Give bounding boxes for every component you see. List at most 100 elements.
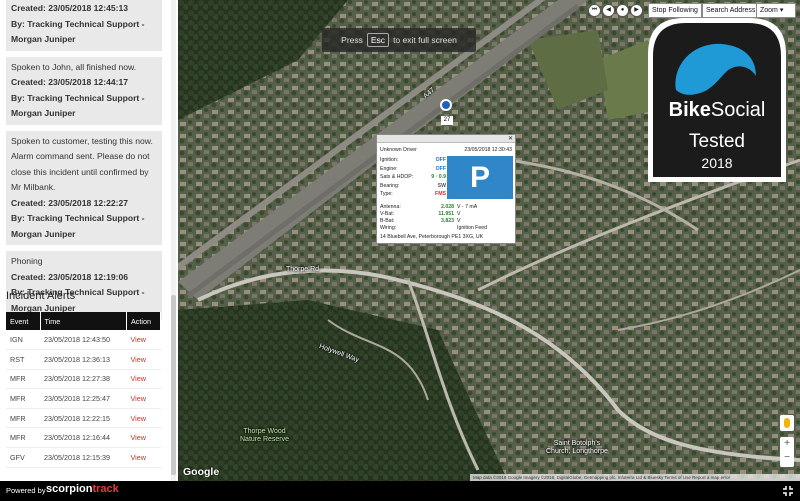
app: Created: 23/05/2018 12:45:13 By: Trackin… [0,0,800,501]
power-row: B-Bat: 3.823 V [380,218,514,225]
power-unit: Ignition Feed [457,225,487,231]
alert-event: IGN [6,330,40,351]
status-rows: Ignition: OFF Engine: OFF Sats & HDOP: 9 · 0.… [380,157,446,200]
footer-bar: Powered by scorpiontrack [0,481,800,501]
alert-time: 23/05/2018 12:16:44 [40,427,127,449]
note-text: Phoning [11,256,43,266]
alert-event: MFR [6,369,40,390]
esc-suffix: to exit full screen [393,35,457,45]
alert-time: 23/05/2018 12:43:50 [40,330,127,351]
note-item: Spoken to John, all finished now. Create… [6,56,162,125]
note-item: Spoken to customer, testing this now. Al… [6,130,162,245]
power-row: Antenna: 2.028 V - 7 mA [380,204,514,211]
powered-by-label: Powered by [6,486,46,495]
scorpiontrack-logo: scorpiontrack [46,483,119,495]
alert-row: MFR 23/05/2018 12:27:38 View [6,369,161,390]
badge-tested: Tested [689,131,745,152]
vehicle-info-popup: ✕ Unknown Driver 23/05/2018 12:30:43 Ign… [376,134,516,244]
road-label-thorpe-rd: Thorpe Rd [286,266,320,273]
power-label: Antenna: [380,204,401,210]
alert-time: 23/05/2018 12:27:38 [40,369,127,390]
popup-titlebar: ✕ [377,135,515,143]
incident-notes: Created: 23/05/2018 12:45:13 By: Trackin… [0,0,170,325]
status-label: Ignition: [380,157,399,163]
view-alert-link[interactable]: View [126,330,161,351]
alert-time: 23/05/2018 12:25:47 [40,388,127,409]
place-label-st-botolph: Saint Botolph's Church, Longthorpe [546,440,608,455]
vehicle-address: 14 Bluebell Ave, Peterborough PE1 3XG, U… [380,234,484,240]
status-value: OFF [435,165,446,172]
parking-icon: P [447,156,513,199]
view-alert-link[interactable]: View [126,349,161,370]
view-alert-link[interactable]: View [126,369,161,390]
skip-back-icon[interactable]: ⏮ [588,4,601,17]
playback-controls: ⏮ ◀ ● ▶ [588,4,643,17]
status-row: Ignition: OFF [380,157,446,166]
close-icon[interactable]: ✕ [508,135,513,142]
alert-row: MFR 23/05/2018 12:22:15 View [6,408,161,429]
alert-event: MFR [6,427,40,449]
exit-fullscreen-icon[interactable] [782,485,794,497]
note-created: Created: 23/05/2018 12:19:06 [11,271,129,282]
zoom-in-icon[interactable]: + [780,437,794,451]
alert-time: 23/05/2018 12:15:39 [40,447,127,468]
power-label: V-Bat: [380,211,395,217]
status-label: Sats & HDOP: [380,174,414,180]
power-readings: Antenna: 2.028 V - 7 mA V-Bat: 11.951 V B-Bat:… [380,204,514,232]
alert-event: RST [6,349,40,370]
note-created: Created: 23/05/2018 12:22:27 [11,197,129,208]
status-row: Engine: OFF [380,166,446,175]
status-value: FMS [435,191,446,197]
step-forward-icon[interactable]: ▶ [630,4,643,17]
brand-part-a: scorpion [46,483,93,495]
power-row: V-Bat: 11.951 V [380,211,514,218]
badge-year: 2018 [701,155,732,171]
power-row: Wiring: Ignition Feed [380,225,514,232]
view-alert-link[interactable]: View [126,427,161,449]
map-zoom-control[interactable]: + − [780,437,794,467]
status-value: 9 · 0.9 [431,174,446,180]
note-author: By: Tracking Technical Support - Morgan … [11,18,145,45]
zoom-out-icon[interactable]: − [780,451,794,465]
power-value [428,225,454,232]
alert-row: IGN 23/05/2018 12:43:50 View [6,330,161,351]
column-header-action: Action [126,312,161,330]
street-view-pegman-icon[interactable] [780,415,794,431]
power-label: Wiring: [380,225,397,231]
status-row: Type: FMS [380,191,446,200]
bikesocial-tested-badge: BikeSocial Tested 2018 [648,18,786,182]
status-label: Bearing: [380,182,400,189]
view-alert-link[interactable]: View [126,447,161,468]
scrollbar-thumb[interactable] [171,295,176,475]
view-alert-link[interactable]: View [126,388,161,409]
column-header-time: Time [40,312,127,330]
vehicle-marker[interactable] [440,99,452,111]
chevron-down-icon: ▾ [779,7,784,14]
alert-row: MFR 23/05/2018 12:16:44 View [6,427,161,449]
status-value: OFF [435,157,446,163]
alert-row: GFV 23/05/2018 12:15:39 View [6,447,161,468]
column-header-event: Event [6,312,41,330]
power-value: 11.951 [438,211,454,217]
note-created: Created: 23/05/2018 12:44:17 [11,77,129,87]
play-icon[interactable]: ● [616,4,629,17]
note-created: Created: 23/05/2018 12:45:13 [11,3,129,13]
status-label: Engine: [380,165,398,172]
power-unit: V [457,211,461,217]
vehicle-marker-label: 27 [441,116,453,125]
google-logo: Google [183,466,220,478]
note-author: By: Tracking Technical Support - Morgan … [11,213,145,239]
note-text: Spoken to customer, testing this now. Al… [11,135,153,193]
panel-scrollbar[interactable] [171,0,176,481]
status-row: Bearing: SW [380,183,446,192]
note-item: Created: 23/05/2018 12:45:13 By: Trackin… [6,0,162,51]
alert-event: GFV [6,447,40,468]
badge-brand: BikeSocial [669,99,766,121]
status-value: SW [437,182,446,189]
view-alert-link[interactable]: View [126,408,161,429]
alert-row: RST 23/05/2018 12:36:13 View [6,349,161,370]
driver-name: Unknown Driver [380,147,417,153]
alert-row: MFR 23/05/2018 12:25:47 View [6,388,161,409]
alerts-table-body: IGN 23/05/2018 12:43:50 View RST 23/05/2018 … [6,330,161,468]
step-back-icon[interactable]: ◀ [602,4,615,17]
